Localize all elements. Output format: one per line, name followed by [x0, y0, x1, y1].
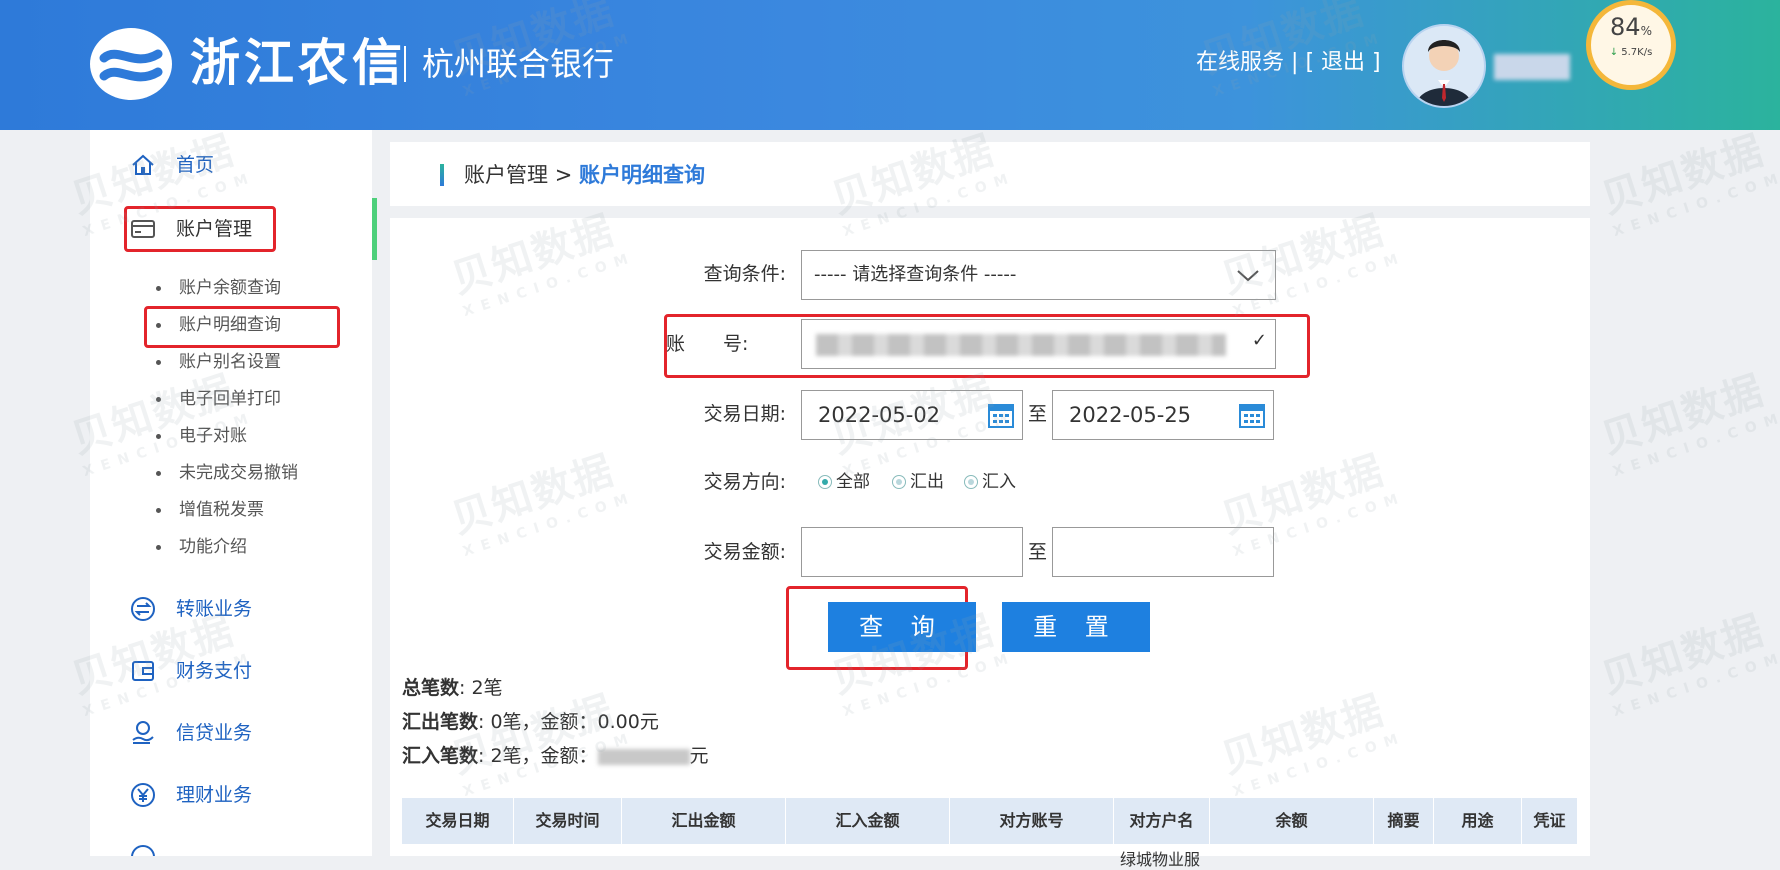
highlight-box	[144, 306, 340, 348]
sidebar-item-label: 财务支付	[176, 660, 253, 682]
online-service-link[interactable]: 在线服务	[1196, 50, 1284, 75]
summary-out: 汇出笔数: 0笔，金额：0.00元	[402, 711, 659, 733]
date-to-value: 2022-05-25	[1069, 403, 1192, 427]
date-from-value: 2022-05-02	[818, 403, 941, 427]
amount-to-input[interactable]	[1052, 527, 1274, 577]
radio-direction-out[interactable]: 汇出	[892, 470, 944, 494]
col-counter-account: 对方账号	[950, 798, 1114, 844]
watermark: 贝知数据XENCIO.COM	[1596, 607, 1780, 721]
network-gauge: 84% ↓ 5.7K/s	[1586, 0, 1676, 90]
col-summary: 摘要	[1374, 798, 1434, 844]
col-in-amount: 汇入金额	[786, 798, 950, 844]
gauge-percent: 84%	[1610, 13, 1652, 41]
amount-to-text: 至	[1028, 541, 1048, 563]
sidebar-item-wealth[interactable]: 理财业务	[90, 766, 372, 824]
col-out-amount: 汇出金额	[622, 798, 786, 844]
loan-hand-icon	[132, 721, 154, 744]
sidebar-item-credit[interactable]: 信贷业务	[90, 704, 372, 762]
breadcrumb-parent[interactable]: 账户管理	[464, 163, 548, 187]
direction-label: 交易方向:	[703, 471, 786, 493]
sidebar-item-label: 理财业务	[176, 784, 253, 806]
breadcrumb-current: 账户明细查询	[578, 163, 705, 187]
account-label: 账 号:	[666, 333, 749, 355]
sidebar-item-finance-pay[interactable]: 财务支付	[90, 642, 372, 700]
sidebar-item-label: 信贷业务	[176, 722, 253, 744]
table-row-peek: 绿城物业服	[1120, 850, 1201, 869]
date-to-text: 至	[1028, 403, 1048, 425]
check-icon: ✓	[1251, 330, 1267, 351]
sidebar-item-more[interactable]	[90, 828, 372, 856]
breadcrumb-sep: >	[554, 163, 573, 187]
radio-direction-all[interactable]: 全部	[818, 470, 870, 494]
bank-name: 杭州联合银行	[422, 45, 615, 83]
logout-link[interactable]: [ 退出 ]	[1305, 50, 1380, 75]
amount-label: 交易金额:	[703, 541, 786, 563]
table-header: 交易日期 交易时间 汇出金额 汇入金额 对方账号 对方户名 余额 摘要 用途 凭…	[402, 798, 1578, 844]
amount-from-input[interactable]	[801, 527, 1023, 577]
sub-item-alias[interactable]: 账户别名设置	[156, 350, 281, 374]
calendar-icon[interactable]	[1239, 401, 1265, 429]
query-button[interactable]: 查 询	[828, 602, 976, 652]
summary-in: 汇入笔数: 2笔，金额：元	[402, 745, 709, 767]
home-icon	[132, 154, 154, 175]
breadcrumb: 账户管理 > 账户明细查询	[390, 142, 1590, 206]
calendar-icon[interactable]	[988, 401, 1014, 429]
account-field[interactable]: ✓	[801, 319, 1276, 369]
col-balance: 余额	[1210, 798, 1374, 844]
header-links: 在线服务 | [ 退出 ]	[1196, 46, 1381, 80]
sub-item-balance[interactable]: 账户余额查询	[156, 276, 281, 300]
watermark: 贝知数据XENCIO.COM	[1596, 127, 1780, 241]
globe-icon	[131, 845, 155, 856]
sidebar-item-transfer[interactable]: 转账业务	[90, 580, 372, 638]
header-separator: |	[1291, 50, 1299, 75]
sub-item-revoke[interactable]: 未完成交易撤销	[156, 461, 298, 485]
radio-direction-in[interactable]: 汇入	[964, 470, 1016, 494]
sub-item-intro[interactable]: 功能介绍	[156, 535, 247, 559]
col-time: 交易时间	[514, 798, 622, 844]
col-date: 交易日期	[402, 798, 514, 844]
summary-total: 总笔数: 2笔	[402, 677, 503, 699]
query-panel: 查询条件: ----- 请选择查询条件 ----- 账 号: ✓ 交易日期: 2…	[390, 218, 1590, 869]
sidebar: 首页 账户管理 账户余额查询 账户明细查询 账户别名设置 电子回单打印 电子对账…	[90, 130, 377, 856]
top-header: 浙江农信 杭州联合银行 在线服务 | [ 退出 ] 84% ↓ 5.7K/s	[0, 0, 1780, 130]
reset-button[interactable]: 重 置	[1002, 602, 1150, 652]
sidebar-item-label: 转账业务	[176, 598, 253, 620]
condition-label: 查询条件:	[703, 263, 786, 285]
col-purpose: 用途	[1434, 798, 1522, 844]
logo-text: 浙江农信	[190, 34, 406, 92]
date-from-input[interactable]: 2022-05-02	[801, 390, 1023, 440]
condition-value: ----- 请选择查询条件 -----	[814, 264, 1017, 285]
sub-item-reconcile[interactable]: 电子对账	[156, 424, 247, 448]
wallet-icon	[132, 661, 154, 681]
chevron-down-icon	[1237, 270, 1259, 282]
breadcrumb-marker	[440, 164, 444, 186]
sub-item-invoice[interactable]: 增值税发票	[156, 498, 264, 522]
transfer-icon	[131, 597, 155, 621]
avatar[interactable]	[1402, 24, 1486, 108]
bank-logo-icon	[90, 28, 172, 100]
highlight-box	[124, 206, 276, 252]
amount-blurred	[597, 748, 690, 765]
watermark: 贝知数据XENCIO.COM	[1596, 367, 1780, 481]
sub-item-receipt[interactable]: 电子回单打印	[156, 387, 281, 411]
col-voucher: 凭证	[1522, 798, 1578, 844]
breadcrumb-text: 账户管理 > 账户明细查询	[464, 160, 705, 190]
gauge-speed: ↓ 5.7K/s	[1609, 47, 1653, 58]
sidebar-item-home[interactable]: 首页	[90, 136, 372, 194]
condition-select[interactable]: ----- 请选择查询条件 -----	[801, 250, 1276, 300]
col-counter-name: 对方户名	[1114, 798, 1210, 844]
sidebar-item-label: 首页	[176, 154, 215, 176]
logo-divider	[404, 46, 406, 82]
date-to-input[interactable]: 2022-05-25	[1052, 390, 1274, 440]
username-blurred	[1494, 54, 1570, 80]
date-label: 交易日期:	[703, 403, 786, 425]
down-arrow-icon: ↓	[1609, 47, 1619, 58]
account-number-blurred	[816, 334, 1226, 356]
yen-icon	[131, 783, 155, 807]
